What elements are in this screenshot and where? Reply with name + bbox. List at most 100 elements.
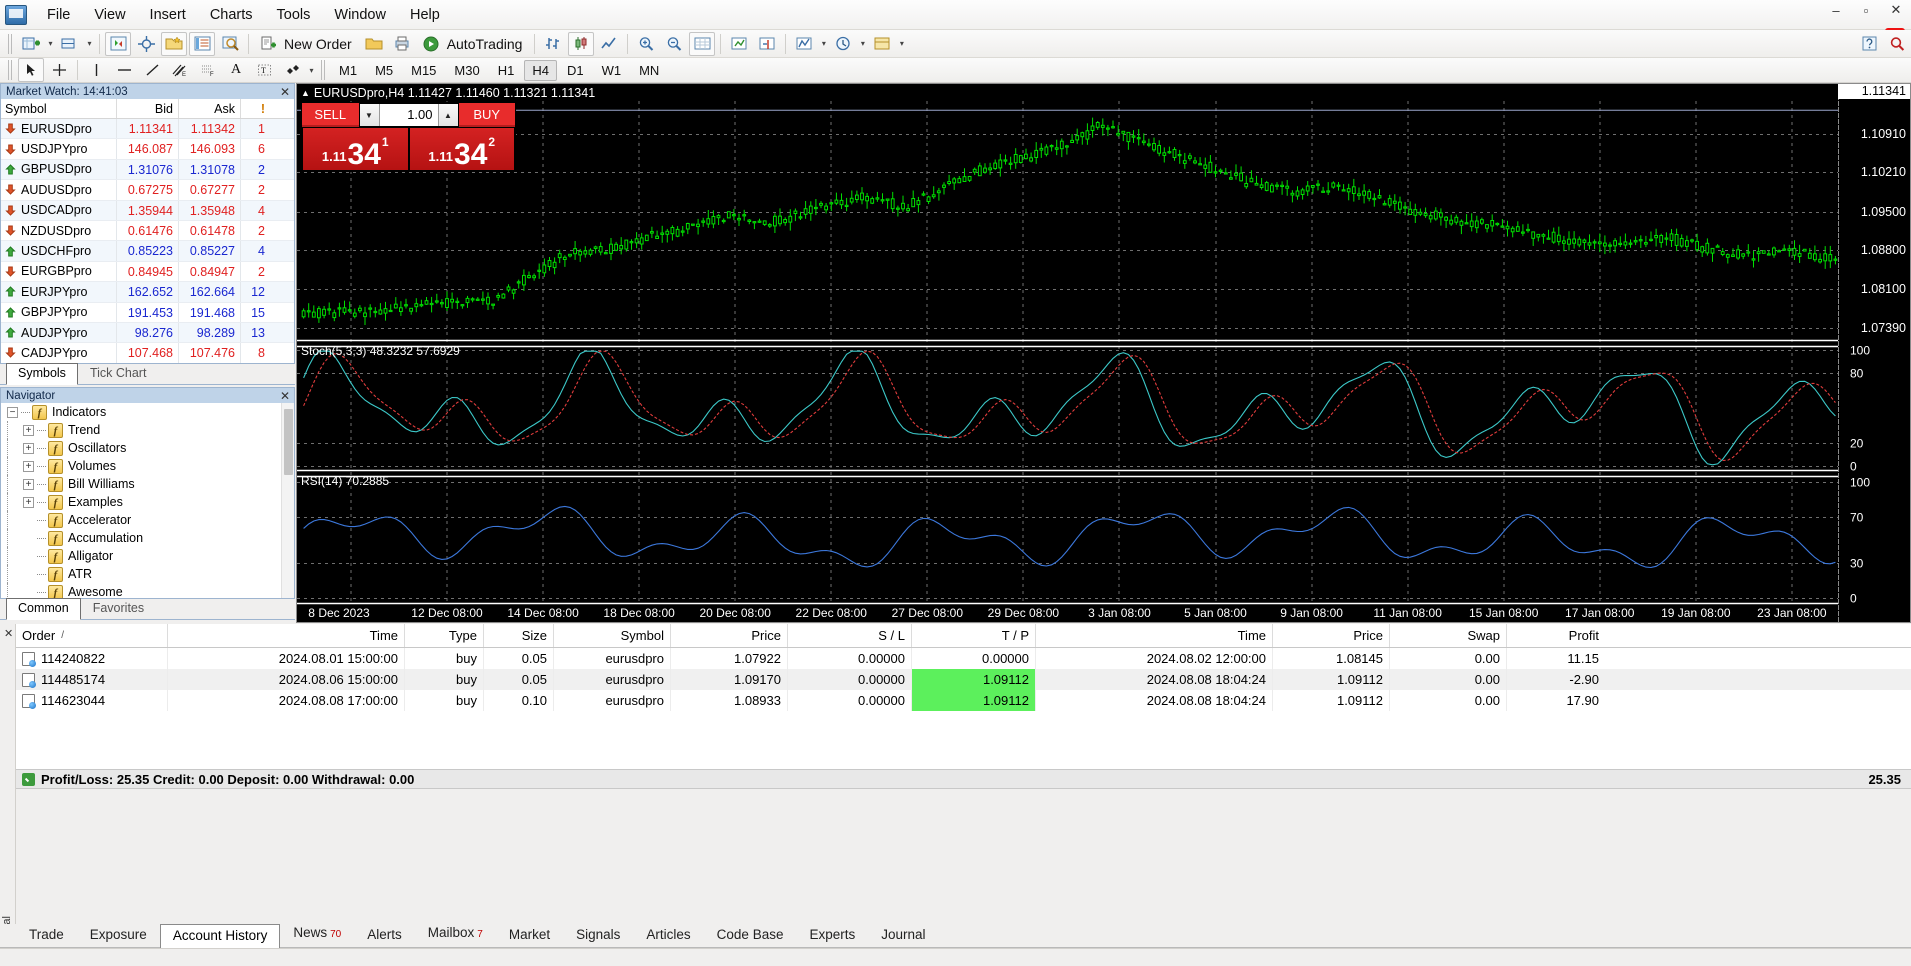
volume-input[interactable]: ▼ 1.00 ▲ bbox=[358, 103, 459, 127]
timeframe-m30[interactable]: M30 bbox=[446, 60, 487, 81]
col-order[interactable]: Order / bbox=[16, 624, 168, 647]
new-chart-dropdown-icon[interactable]: ▾ bbox=[45, 32, 56, 56]
timeframe-h1[interactable]: H1 bbox=[490, 60, 523, 81]
terminal-tab-trade[interactable]: Trade bbox=[16, 923, 77, 947]
cursor-icon[interactable] bbox=[18, 58, 44, 82]
terminal-close-icon[interactable]: ✕ bbox=[4, 627, 13, 640]
chart-restore-icon[interactable]: ▲ bbox=[301, 88, 310, 98]
templates-dropdown-icon[interactable]: ▾ bbox=[896, 32, 907, 56]
navigator-item[interactable]: f Accelerator bbox=[1, 511, 294, 529]
market-watch-row[interactable]: AUDJPYpro 98.276 98.289 13 bbox=[1, 322, 294, 344]
time-axis[interactable]: 8 Dec 2023 12 Dec 08:00 14 Dec 08:00 18 Dec… bbox=[297, 604, 1838, 622]
shapes-icon[interactable] bbox=[279, 58, 305, 82]
data-window-icon[interactable] bbox=[189, 31, 215, 56]
terminal-tab-alerts[interactable]: Alerts bbox=[354, 923, 415, 947]
chart-window[interactable]: 100 80 20 0 100 70 30 0 ▲ EURUSDpro,H4 1.11427 … bbox=[296, 83, 1911, 623]
tree-expander-icon[interactable]: + bbox=[23, 424, 34, 436]
volume-up-icon[interactable]: ▲ bbox=[437, 104, 458, 126]
toolbar-grip[interactable] bbox=[8, 33, 13, 54]
terminal-tab-mailbox[interactable]: Mailbox 7 bbox=[415, 921, 496, 947]
new-order-button[interactable]: New Order bbox=[253, 32, 360, 56]
navigator-scroll-thumb[interactable] bbox=[284, 409, 293, 475]
market-watch-close-icon[interactable]: ✕ bbox=[280, 85, 290, 99]
tree-expander-icon[interactable]: + bbox=[23, 478, 34, 490]
indicators-dropdown-icon[interactable]: ▾ bbox=[818, 32, 829, 56]
market-watch-row[interactable]: EURGBPpro 0.84945 0.84947 2 bbox=[1, 261, 294, 283]
maximize-button[interactable]: ▫ bbox=[1851, 0, 1881, 20]
market-watch-row[interactable]: GBPJPYpro 191.453 191.468 15 bbox=[1, 302, 294, 323]
market-watch-row[interactable]: USDCHFpro 0.85223 0.85227 4 bbox=[1, 241, 294, 262]
vertical-line-icon[interactable] bbox=[83, 58, 109, 82]
crosshair-icon[interactable] bbox=[133, 32, 159, 56]
column-header-symbol[interactable]: Symbol bbox=[1, 99, 117, 118]
col-size[interactable]: Size bbox=[484, 624, 554, 647]
shapes-dropdown-icon[interactable]: ▾ bbox=[306, 58, 317, 82]
indicators-icon[interactable] bbox=[791, 32, 817, 56]
navigator-icon[interactable] bbox=[161, 31, 187, 56]
terminal-tab-code-base[interactable]: Code Base bbox=[704, 923, 797, 947]
market-watch-row[interactable]: AUDUSDpro 0.67275 0.67277 2 bbox=[1, 180, 294, 201]
timeframe-w1[interactable]: W1 bbox=[594, 60, 630, 81]
terminal-tab-exposure[interactable]: Exposure bbox=[77, 923, 160, 947]
tree-expander-icon[interactable]: + bbox=[23, 460, 34, 472]
timeframe-d1[interactable]: D1 bbox=[559, 60, 592, 81]
navigator-item[interactable]: f Accumulation bbox=[1, 529, 294, 547]
navigator-item[interactable]: + f Bill Williams bbox=[1, 475, 294, 493]
horizontal-line-icon[interactable] bbox=[111, 58, 137, 82]
tab-favorites[interactable]: Favorites bbox=[81, 598, 156, 619]
terminal-tab-signals[interactable]: Signals bbox=[563, 923, 633, 947]
tree-expander-icon[interactable]: + bbox=[23, 442, 34, 454]
fibonacci-icon[interactable]: F bbox=[195, 58, 221, 82]
timeframe-mn[interactable]: MN bbox=[631, 60, 667, 81]
templates-icon[interactable] bbox=[869, 32, 895, 56]
column-header-spread[interactable]: ! bbox=[241, 99, 273, 118]
market-watch-row[interactable]: USDJPYpro 146.087 146.093 6 bbox=[1, 139, 294, 160]
terminal-tab-experts[interactable]: Experts bbox=[796, 923, 868, 947]
timeframe-h4[interactable]: H4 bbox=[524, 59, 557, 81]
navigator-close-icon[interactable]: ✕ bbox=[280, 389, 290, 403]
volume-dropdown-icon[interactable]: ▼ bbox=[359, 104, 380, 126]
navigator-item[interactable]: f Awesome bbox=[1, 583, 294, 598]
market-watch-row[interactable]: NZDUSDpro 0.61476 0.61478 2 bbox=[1, 220, 294, 242]
col-type[interactable]: Type bbox=[405, 624, 484, 647]
text-label-icon[interactable]: T bbox=[251, 58, 277, 82]
column-header-bid[interactable]: Bid bbox=[117, 99, 179, 118]
timeframe-m15[interactable]: M15 bbox=[403, 60, 444, 81]
buy-price-display[interactable]: 1.11 34 2 bbox=[408, 127, 515, 171]
navigator-item[interactable]: − f Indicators bbox=[1, 403, 294, 421]
crosshair-tool-icon[interactable] bbox=[46, 58, 72, 82]
menu-item-tools[interactable]: Tools bbox=[265, 2, 323, 28]
auto-scroll-icon[interactable] bbox=[726, 32, 752, 56]
tree-expander-icon[interactable]: − bbox=[7, 406, 18, 418]
col-time-open[interactable]: Time bbox=[168, 624, 405, 647]
table-row[interactable]: 114485174 2024.08.06 15:00:00 buy 0.05 eurus… bbox=[16, 669, 1911, 690]
market-watch-row[interactable]: GBPUSDpro 1.31076 1.31078 2 bbox=[1, 159, 294, 181]
text-icon[interactable]: A bbox=[223, 58, 249, 82]
navigator-item[interactable]: + f Oscillators bbox=[1, 439, 294, 457]
tab-symbols[interactable]: Symbols bbox=[6, 363, 78, 385]
menu-item-help[interactable]: Help bbox=[398, 2, 452, 28]
terminal-tab-news[interactable]: News 70 bbox=[280, 921, 354, 947]
menu-item-window[interactable]: Window bbox=[322, 2, 398, 28]
tab-common[interactable]: Common bbox=[6, 598, 81, 620]
menu-item-file[interactable]: File bbox=[35, 2, 82, 28]
market-watch-row[interactable]: USDCADpro 1.35944 1.35948 4 bbox=[1, 200, 294, 221]
autotrading-button[interactable]: AutoTrading bbox=[416, 32, 531, 56]
profiles-dropdown-icon[interactable]: ▾ bbox=[84, 32, 95, 56]
market-watch-row[interactable]: EURJPYpro 162.652 162.664 12 bbox=[1, 282, 294, 303]
menu-item-charts[interactable]: Charts bbox=[198, 2, 265, 28]
table-row[interactable]: 114623044 2024.08.08 17:00:00 buy 0.10 eurus… bbox=[16, 690, 1911, 711]
new-chart-icon[interactable] bbox=[18, 32, 44, 56]
volume-value[interactable]: 1.00 bbox=[380, 104, 438, 126]
profiles-icon[interactable] bbox=[57, 32, 83, 56]
sell-button[interactable]: SELL bbox=[302, 103, 359, 127]
zoom-out-icon[interactable] bbox=[661, 32, 687, 56]
timeframe-grip[interactable] bbox=[321, 60, 326, 80]
col-sl[interactable]: S / L bbox=[788, 624, 912, 647]
period-icon[interactable] bbox=[830, 32, 856, 56]
tab-tick-chart[interactable]: Tick Chart bbox=[78, 363, 159, 384]
close-button[interactable]: ✕ bbox=[1881, 0, 1911, 20]
bar-chart-icon[interactable] bbox=[540, 32, 566, 56]
print-preview-icon[interactable] bbox=[389, 32, 415, 56]
equidistant-channel-icon[interactable]: E bbox=[167, 58, 193, 82]
